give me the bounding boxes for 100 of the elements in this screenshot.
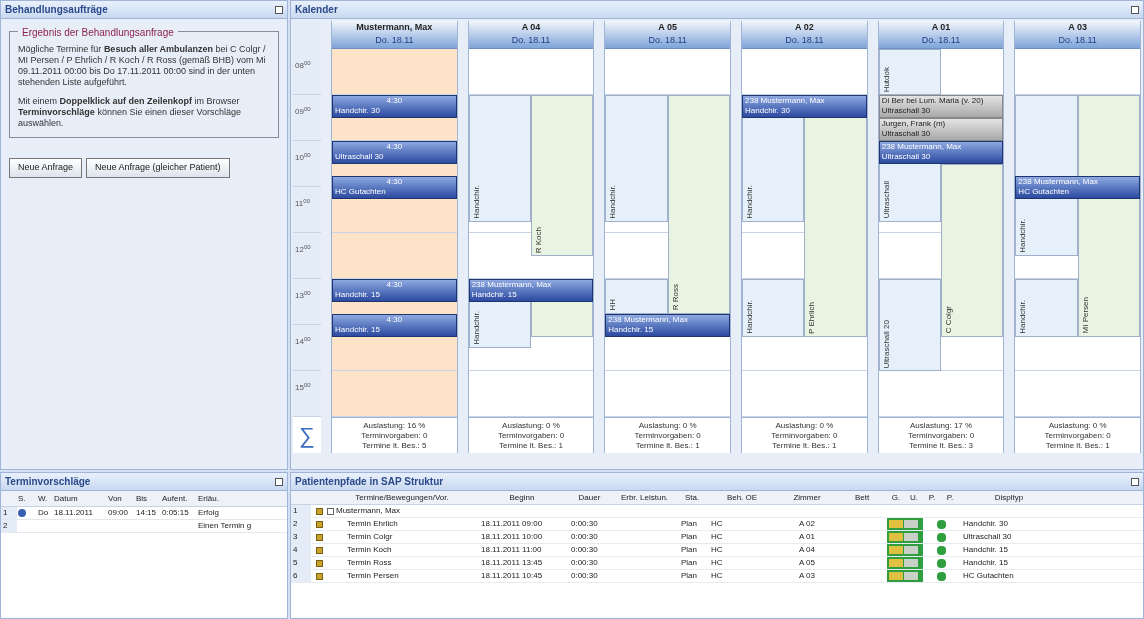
tree-node[interactable]: Termin Colgr (347, 531, 393, 543)
summary-text: Terminvorgaben: 0 (907, 430, 975, 441)
appointment[interactable]: 238 Mustermann, Max Handchir. 15 (468, 279, 594, 302)
table-cell: Plan (681, 545, 697, 554)
column-header[interactable]: Bett (837, 491, 887, 504)
appointment[interactable]: 4:30 Handchir. 30 (332, 95, 457, 118)
appointment[interactable]: 4:30 Ultraschall 30 (332, 141, 457, 164)
row-number[interactable]: 5 (291, 557, 311, 569)
tree-node[interactable]: Termin Ross (347, 557, 392, 569)
column-header[interactable]: Zimmer (777, 491, 837, 504)
row-number[interactable]: 6 (291, 570, 311, 582)
appointment[interactable]: 238 Mustermann, Max HC Gutachten (1015, 175, 1141, 199)
row-number[interactable]: 4 (291, 544, 311, 556)
column-header[interactable]: A 04 Do. 18.11 (468, 21, 594, 49)
table-cell: 18.11.2011 11:00 (481, 545, 542, 554)
new-request-button[interactable]: Neue Anfrage (9, 158, 83, 178)
availability-label: C Colgr (943, 306, 955, 334)
column-header[interactable]: W. (37, 492, 53, 505)
appointment-text: 238 Mustermann, Max (745, 96, 826, 106)
column-header[interactable]: P. (923, 491, 941, 504)
table-cell: 14:15 (136, 507, 157, 519)
row-number[interactable]: 2 (291, 518, 311, 530)
column-header[interactable]: Termine/Bewegungen/Vor. (327, 491, 477, 504)
table-cell: 0:00:30 (571, 571, 598, 580)
column-header[interactable]: S. (17, 492, 37, 505)
new-request-button[interactable]: Neue Anfrage (gleicher Patient) (86, 158, 230, 178)
table-cell: 0:00:30 (571, 545, 598, 554)
appointment-text: Handchir. 15 (335, 324, 381, 335)
column-header[interactable]: A 05 Do. 18.11 (605, 21, 730, 49)
table-cell: Erfolg (198, 507, 219, 519)
column-header[interactable]: Bis (135, 492, 161, 505)
table-cell: Handchir. 30 (963, 519, 1008, 528)
column-header[interactable]: Beginn (477, 491, 567, 504)
appointment[interactable]: 4:30 Handchir. 15 (332, 279, 457, 302)
appointment-text: HC Gutachten (335, 186, 387, 197)
column-header[interactable]: Beh. OE (707, 491, 777, 504)
summary-text: Auslastung: 17 % (909, 420, 973, 431)
maximize-icon[interactable] (1131, 5, 1139, 14)
row-number[interactable]: 1 (1, 507, 17, 519)
time-label: 15$^{00}$ (295, 383, 311, 392)
panel-title: Patientenpfade in SAP Struktur (295, 475, 444, 489)
column-header[interactable]: P. (941, 491, 959, 504)
table-cell: Plan (681, 571, 697, 580)
maximize-icon[interactable] (275, 5, 283, 14)
column-header[interactable]: U. (905, 491, 923, 504)
appointment[interactable]: Jurgen, Frank (m) Ultraschall 30 (878, 118, 1004, 141)
tree-node[interactable]: Termin Koch (347, 544, 392, 556)
table-cell: Einen Termin g (198, 520, 252, 532)
row-number[interactable]: 1 (291, 505, 311, 517)
column-header[interactable]: Displtyp (959, 491, 1059, 504)
tree-node[interactable]: Termin Ehrlich (347, 518, 398, 530)
time-label: 13$^{00}$ (295, 291, 311, 300)
table-cell: HC (711, 558, 723, 567)
time-label: 14$^{00}$ (295, 337, 311, 346)
row-number[interactable]: 3 (291, 531, 311, 543)
column-header[interactable]: A 02 Do. 18.11 (742, 21, 867, 49)
group-title: Ergebnis der Behandlungsanfrage (18, 25, 178, 40)
maximize-icon[interactable] (275, 477, 283, 486)
appointment[interactable]: 4:30 Handchir. 15 (332, 313, 457, 337)
summary-text: Termine lt. Bes.: 1 (1045, 440, 1110, 451)
column-header[interactable]: Erläu. (197, 492, 287, 505)
appointment[interactable]: Di Ber bei Lum. Maria (v. 20) Ultraschall 30 (878, 95, 1004, 118)
table-cell: 18.11.2011 (54, 507, 93, 519)
appointment[interactable]: 238 Mustermann, Max Handchir. 15 (605, 313, 730, 337)
appointment-text: Ultraschall 30 (881, 106, 932, 116)
tree-node[interactable]: Termin Persen (347, 570, 399, 582)
tree-toggle-icon[interactable] (327, 507, 334, 515)
column-header[interactable]: A 03 Do. 18.11 (1015, 21, 1141, 49)
column-header[interactable]: Datum (53, 492, 107, 505)
table-cell: Do (38, 507, 49, 519)
appointment-text: Di Ber bei Lum. Maria (v. 20) (881, 96, 985, 106)
appointment-text: Handchir. 15 (471, 290, 518, 300)
summary-text: Termine lt. Bes.: 1 (635, 440, 700, 451)
table-cell: HC (711, 519, 723, 528)
maximize-icon[interactable] (1131, 477, 1139, 486)
summary-text: Terminvorgaben: 0 (634, 430, 701, 441)
column-header[interactable]: A 01 Do. 18.11 (878, 21, 1004, 49)
appointment-text: Ultraschall 30 (881, 129, 932, 139)
column-header[interactable]: Aufent. (161, 492, 197, 505)
availability-label: Ultraschall (880, 181, 892, 219)
appointment-text: Jurgen, Frank (m) (881, 119, 947, 129)
appointment[interactable]: 4:30 HC Gutachten (332, 175, 457, 199)
column-header[interactable]: Dauer (567, 491, 612, 504)
info-paragraph: Mögliche Termine für Besuch aller Ambulanzen bei C Colgr / MI Persen / P Ehrlich / R Koch / R Ross (gemäß BHB) vom Mi 09.11.2011 00:00 bis Do 17.11.2011 00:00 sind in der unten stehenden Liste aufgeführt. (18, 44, 267, 88)
appointment[interactable]: 238 Mustermann, Max Ultraschall 30 (878, 141, 1004, 164)
column-header[interactable]: Mustermann, Max Do. 18.11 (332, 21, 457, 49)
column-header[interactable]: Von (107, 492, 135, 505)
appointment-text: 4:30 (385, 176, 404, 187)
summary-text: Terminvorgaben: 0 (361, 430, 428, 441)
column-header[interactable]: G. (887, 491, 905, 504)
summary-text: Auslastung: 0 % (775, 420, 834, 431)
row-number[interactable]: 2 (1, 520, 17, 532)
table-cell: A 01 (799, 532, 815, 541)
summary-text: Termine lt. Bes.: 5 (362, 440, 427, 451)
column-header[interactable]: Sta. (677, 491, 707, 504)
panel-title: Kalender (295, 3, 338, 17)
column-header[interactable]: Erbr. Leistun. (612, 491, 677, 504)
table-cell: Plan (681, 532, 697, 541)
tree-node[interactable]: Mustermann, Max (336, 505, 401, 517)
availability-label: P Ehrlich (806, 301, 818, 334)
